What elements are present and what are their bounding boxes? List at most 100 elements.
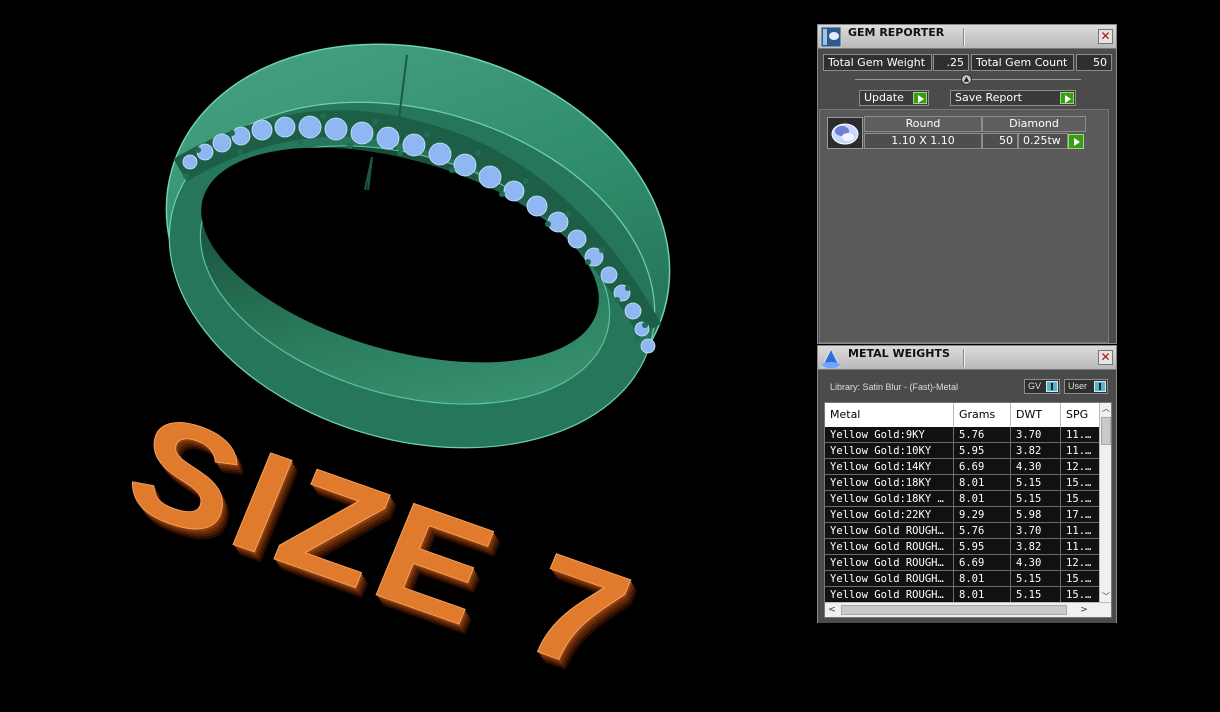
spg-cell: 12.88 — [1061, 459, 1101, 475]
table-row[interactable]: Yellow Gold ROUGH... 8.01 5.15 15.41 — [825, 571, 1101, 587]
table-row[interactable]: Yellow Gold ROUGH... 5.76 3.70 11.08 — [825, 523, 1101, 539]
total-gem-count-value: 50 — [1076, 54, 1112, 71]
table-row[interactable]: Yellow Gold:9KY 5.76 3.70 11.09 — [825, 427, 1101, 443]
close-icon[interactable]: ✕ — [1098, 29, 1113, 44]
column-header-spg[interactable]: SPG — [1061, 403, 1101, 427]
metal-weights-icon — [820, 347, 842, 369]
metal-cell: Yellow Gold:22KY — [825, 507, 954, 523]
metal-weights-panel: METAL WEIGHTS ✕ Library: Satin Blur - (F… — [817, 345, 1117, 623]
table-row[interactable]: Yellow Gold:18KY R... 8.01 5.15 15.41 — [825, 491, 1101, 507]
slider-handle[interactable]: ▲ — [961, 74, 972, 85]
metal-cell: Yellow Gold:10KY — [825, 443, 954, 459]
3d-viewport[interactable]: SIZE 7 — [0, 0, 815, 709]
grams-cell: 8.01 — [954, 587, 1011, 603]
toggle-switch-icon — [1046, 381, 1058, 392]
scroll-left-icon[interactable]: < — [825, 603, 839, 617]
user-toggle[interactable]: User — [1064, 379, 1108, 394]
table-row[interactable]: Yellow Gold:14KY 6.69 4.30 12.88 — [825, 459, 1101, 475]
total-gem-weight-label: Total Gem Weight — [823, 54, 932, 71]
metal-cell: Yellow Gold ROUGH... — [825, 523, 954, 539]
table-row[interactable]: Yellow Gold:10KY 5.95 3.82 11.45 — [825, 443, 1101, 459]
dwt-cell: 4.30 — [1011, 459, 1061, 475]
gem-list: Round Diamond 1.10 X 1.10 50 0.25tw — [819, 109, 1109, 343]
metal-cell: Yellow Gold ROUGH... — [825, 555, 954, 571]
title-divider — [963, 28, 964, 46]
metal-cell: Yellow Gold:18KY — [825, 475, 954, 491]
gem-material-cell: Diamond — [982, 116, 1086, 132]
grams-cell: 6.69 — [954, 459, 1011, 475]
total-gem-weight-value: .25 — [933, 54, 969, 71]
spg-cell: 15.41 — [1061, 587, 1101, 603]
dwt-cell: 3.70 — [1011, 427, 1061, 443]
spg-cell: 11.09 — [1061, 427, 1101, 443]
metal-cell: Yellow Gold:14KY — [825, 459, 954, 475]
scrollbar-thumb[interactable] — [1101, 417, 1111, 445]
column-header-dwt[interactable]: DWT — [1011, 403, 1061, 427]
scroll-right-icon[interactable]: > — [1077, 603, 1091, 617]
update-button-label: Update — [864, 91, 904, 104]
dwt-cell: 5.15 — [1011, 475, 1061, 491]
metal-cell: Yellow Gold ROUGH... — [825, 539, 954, 555]
gem-row-play-button[interactable] — [1068, 134, 1084, 149]
metal-weights-title: METAL WEIGHTS — [848, 347, 950, 360]
horizontal-scrollbar[interactable]: < > — [825, 602, 1111, 617]
gem-count-cell: 50 — [982, 133, 1018, 149]
grams-cell: 5.76 — [954, 523, 1011, 539]
table-row[interactable]: Yellow Gold:18KY 8.01 5.15 15.41 — [825, 475, 1101, 491]
table-row[interactable]: Yellow Gold ROUGH... 5.95 3.82 11.45 — [825, 539, 1101, 555]
save-report-button[interactable]: Save Report — [950, 90, 1076, 106]
gem-cut-cell: Round — [864, 116, 982, 132]
library-label: Library: Satin Blur - (Fast)-Metal — [830, 382, 959, 392]
grams-cell: 8.01 — [954, 491, 1011, 507]
spg-cell: 15.41 — [1061, 475, 1101, 491]
round-diamond-icon[interactable] — [827, 117, 863, 149]
metal-weights-titlebar[interactable]: METAL WEIGHTS ✕ — [818, 346, 1116, 370]
gem-reporter-panel: GEM REPORTER ✕ Total Gem Weight .25 Tota… — [817, 24, 1117, 344]
metal-cell: Yellow Gold:18KY R... — [825, 491, 954, 507]
gv-toggle-label: GV — [1028, 381, 1042, 391]
spg-cell: 11.45 — [1061, 539, 1101, 555]
table-body: Yellow Gold:9KY 5.76 3.70 11.09 Yellow Gold… — [825, 427, 1101, 603]
user-toggle-label: User — [1068, 381, 1088, 391]
gem-reporter-title: GEM REPORTER — [848, 26, 945, 39]
column-header-metal[interactable]: Metal — [825, 403, 954, 427]
title-divider — [963, 349, 964, 367]
table-header: Metal Grams DWT SPG — [825, 403, 1101, 427]
spg-cell: 11.45 — [1061, 443, 1101, 459]
dwt-cell: 5.15 — [1011, 587, 1061, 603]
dwt-cell: 3.70 — [1011, 523, 1061, 539]
grams-cell: 5.95 — [954, 443, 1011, 459]
total-gem-count-label: Total Gem Count — [971, 54, 1074, 71]
metal-weights-table: Metal Grams DWT SPG Yellow Gold:9KY 5.76 3… — [824, 402, 1112, 618]
column-header-grams[interactable]: Grams — [954, 403, 1011, 427]
vertical-scrollbar[interactable]: ︿ ﹀ — [1099, 403, 1111, 603]
spg-cell: 15.41 — [1061, 491, 1101, 507]
dwt-cell: 5.15 — [1011, 491, 1061, 507]
metal-cell: Yellow Gold:9KY — [825, 427, 954, 443]
scrollbar-thumb[interactable] — [841, 605, 1067, 615]
metal-cell: Yellow Gold ROUGH... — [825, 571, 954, 587]
gem-reporter-icon — [820, 26, 842, 48]
dwt-cell: 3.82 — [1011, 539, 1061, 555]
grams-cell: 9.29 — [954, 507, 1011, 523]
table-row[interactable]: Yellow Gold ROUGH... 8.01 5.15 15.41 — [825, 587, 1101, 603]
update-button[interactable]: Update — [859, 90, 929, 106]
table-row[interactable]: Yellow Gold ROUGH... 6.69 4.30 12.88 — [825, 555, 1101, 571]
play-icon — [1060, 92, 1074, 104]
gem-size-cell: 1.10 X 1.10 — [864, 133, 982, 149]
gem-reporter-titlebar[interactable]: GEM REPORTER ✕ — [818, 25, 1116, 49]
spg-cell: 11.08 — [1061, 523, 1101, 539]
save-report-button-label: Save Report — [955, 91, 1022, 104]
close-icon[interactable]: ✕ — [1098, 350, 1113, 365]
metal-cell: Yellow Gold ROUGH... — [825, 587, 954, 603]
gem-weight-cell: 0.25tw — [1018, 133, 1068, 149]
dwt-cell: 5.98 — [1011, 507, 1061, 523]
scroll-up-icon[interactable]: ︿ — [1100, 403, 1111, 415]
grams-cell: 8.01 — [954, 475, 1011, 491]
grams-cell: 5.76 — [954, 427, 1011, 443]
dwt-cell: 3.82 — [1011, 443, 1061, 459]
table-row[interactable]: Yellow Gold:22KY 9.29 5.98 17.89 — [825, 507, 1101, 523]
gv-toggle[interactable]: GV — [1024, 379, 1060, 394]
spg-cell: 12.88 — [1061, 555, 1101, 571]
play-icon — [913, 92, 927, 104]
